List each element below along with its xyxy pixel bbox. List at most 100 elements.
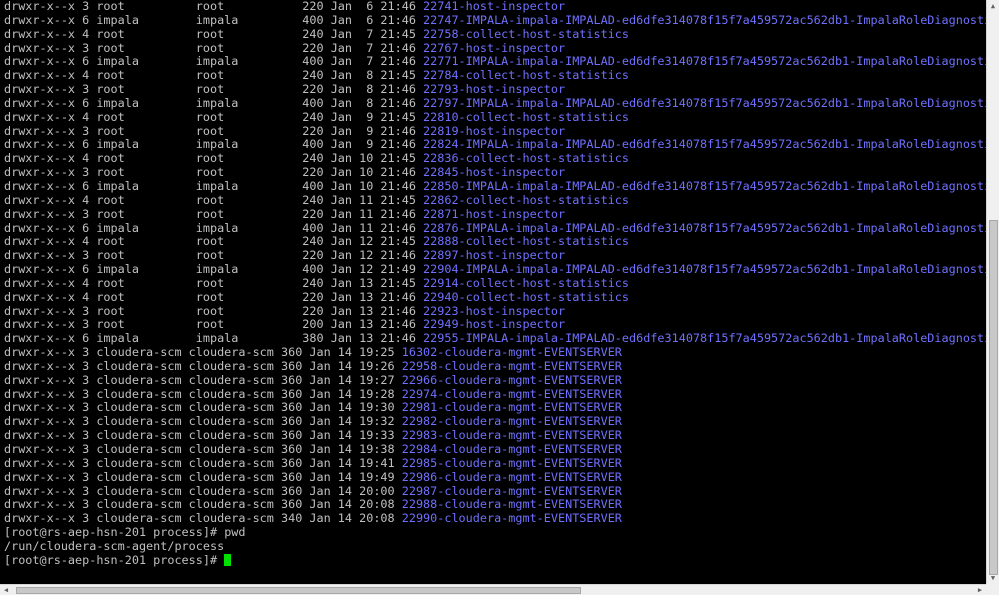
- file-metadata: drwxr-x--x 4 root root 240 Jan 7 21:45: [4, 26, 424, 41]
- directory-name: 22987-cloudera-mgmt-EVENTSERVER: [401, 483, 622, 498]
- file-metadata: drwxr-x--x 6 impala impala 380 Jan 13 21…: [4, 331, 424, 346]
- directory-name: 22923-host-inspector: [423, 303, 566, 318]
- listing-row: drwxr-x--x 3 cloudera-scm cloudera-scm 3…: [4, 483, 986, 499]
- file-metadata: drwxr-x--x 4 root root 240 Jan 13 21:45: [4, 275, 424, 290]
- listing-row: drwxr-x--x 6 impala impala 400 Jan 6 21:…: [4, 12, 986, 28]
- listing-row: drwxr-x--x 6 impala impala 400 Jan 10 21…: [4, 178, 986, 194]
- file-metadata: drwxr-x--x 6 impala impala 400 Jan 11 21…: [4, 220, 424, 235]
- directory-name: 22982-cloudera-mgmt-EVENTSERVER: [401, 414, 622, 429]
- file-metadata: drwxr-x--x 3 root root 200 Jan 13 21:46: [4, 317, 424, 332]
- file-metadata: drwxr-x--x 4 root root 240 Jan 10 21:45: [4, 151, 424, 166]
- listing-row: drwxr-x--x 4 root root 240 Jan 12 21:45 …: [4, 234, 986, 249]
- directory-name: 22741-host-inspector: [423, 0, 566, 13]
- directory-name: 22845-host-inspector: [423, 165, 566, 180]
- directory-name: 22984-cloudera-mgmt-EVENTSERVER: [401, 442, 622, 456]
- file-metadata: drwxr-x--x 4 root root 220 Jan 13 21:46: [4, 289, 424, 304]
- listing-row: drwxr-x--x 3 root root 220 Jan 8 21:46 2…: [4, 82, 986, 97]
- directory-name: 22793-host-inspector: [423, 82, 566, 97]
- file-metadata: drwxr-x--x 4 root root 240 Jan 12 21:45: [4, 234, 424, 249]
- file-metadata: drwxr-x--x 3 root root 220 Jan 6 21:46: [4, 0, 424, 13]
- file-metadata: drwxr-x--x 4 root root 240 Jan 9 21:45: [4, 109, 424, 124]
- listing-row: drwxr-x--x 4 root root 220 Jan 13 21:46 …: [4, 289, 986, 305]
- listing-row: drwxr-x--x 4 root root 240 Jan 9 21:45 2…: [4, 109, 986, 125]
- listing-row: drwxr-x--x 3 cloudera-scm cloudera-scm 3…: [4, 358, 986, 374]
- file-metadata: drwxr-x--x 6 impala impala 400 Jan 9 21:…: [4, 137, 424, 152]
- file-metadata: drwxr-x--x 6 impala impala 400 Jan 7 21:…: [4, 54, 424, 69]
- file-metadata: drwxr-x--x 3 cloudera-scm cloudera-scm 3…: [4, 483, 402, 498]
- directory-name: 22797-IMPALA-impala-IMPALAD-ed6dfe314078…: [423, 95, 986, 110]
- listing-row: drwxr-x--x 3 root root 220 Jan 12 21:46 …: [4, 248, 986, 263]
- file-metadata: drwxr-x--x 3 cloudera-scm cloudera-scm 3…: [4, 455, 402, 470]
- listing-row: drwxr-x--x 3 root root 220 Jan 6 21:46 2…: [4, 0, 986, 14]
- directory-name: 22986-cloudera-mgmt-EVENTSERVER: [401, 469, 622, 484]
- directory-name: 22767-host-inspector: [423, 40, 566, 55]
- file-metadata: drwxr-x--x 3 cloudera-scm cloudera-scm 3…: [4, 345, 402, 360]
- file-metadata: drwxr-x--x 3 root root 220 Jan 9 21:46: [4, 123, 424, 138]
- listing-row: drwxr-x--x 6 impala impala 400 Jan 7 21:…: [4, 54, 986, 69]
- shell-prompt: [root@rs-aep-hsn-201 process]#: [4, 552, 225, 567]
- directory-name: 22850-IMPALA-impala-IMPALAD-ed6dfe314078…: [423, 178, 986, 193]
- directory-name: 22897-host-inspector: [423, 248, 566, 263]
- scroll-down-arrow-icon[interactable]: ▼: [987, 572, 999, 584]
- file-metadata: drwxr-x--x 3 cloudera-scm cloudera-scm 3…: [4, 469, 402, 484]
- directory-name: 22876-IMPALA-impala-IMPALAD-ed6dfe314078…: [423, 220, 986, 235]
- listing-row: drwxr-x--x 3 root root 220 Jan 10 21:46 …: [4, 165, 986, 180]
- directory-name: 22958-cloudera-mgmt-EVENTSERVER: [401, 358, 622, 373]
- file-metadata: drwxr-x--x 3 root root 220 Jan 7 21:46: [4, 40, 424, 55]
- listing-row: drwxr-x--x 3 root root 220 Jan 13 21:46 …: [4, 303, 986, 319]
- file-metadata: drwxr-x--x 3 cloudera-scm cloudera-scm 3…: [4, 358, 402, 373]
- vertical-scrollbar[interactable]: ▲ ▼: [986, 0, 999, 584]
- text-cursor: [224, 554, 232, 567]
- file-metadata: drwxr-x--x 3 cloudera-scm cloudera-scm 3…: [4, 414, 402, 429]
- file-metadata: drwxr-x--x 6 impala impala 400 Jan 6 21:…: [4, 12, 424, 27]
- directory-name: 22784-collect-host-statistics: [423, 68, 630, 83]
- active-command-line[interactable]: [root@rs-aep-hsn-201 process]#: [4, 552, 986, 568]
- listing-row: drwxr-x--x 3 cloudera-scm cloudera-scm 3…: [4, 387, 986, 402]
- listing-row: drwxr-x--x 3 cloudera-scm cloudera-scm 3…: [4, 497, 986, 512]
- listing-row: drwxr-x--x 6 impala impala 400 Jan 11 21…: [4, 220, 986, 236]
- listing-row: drwxr-x--x 3 cloudera-scm cloudera-scm 3…: [4, 511, 986, 526]
- directory-name: 22758-collect-host-statistics: [423, 26, 630, 41]
- listing-row: drwxr-x--x 4 root root 240 Jan 7 21:45 2…: [4, 26, 986, 42]
- listing-row: drwxr-x--x 3 cloudera-scm cloudera-scm 3…: [4, 414, 986, 429]
- listing-row: drwxr-x--x 3 cloudera-scm cloudera-scm 3…: [4, 345, 986, 360]
- directory-name: 22904-IMPALA-impala-IMPALAD-ed6dfe314078…: [423, 262, 986, 277]
- directory-name: 16302-cloudera-mgmt-EVENTSERVER: [401, 345, 622, 360]
- file-metadata: drwxr-x--x 3 cloudera-scm cloudera-scm 3…: [4, 372, 402, 387]
- file-metadata: drwxr-x--x 3 cloudera-scm cloudera-scm 3…: [4, 428, 402, 443]
- listing-row: drwxr-x--x 3 root root 220 Jan 9 21:46 2…: [4, 123, 986, 139]
- directory-name: 22990-cloudera-mgmt-EVENTSERVER: [401, 511, 622, 526]
- file-metadata: drwxr-x--x 3 cloudera-scm cloudera-scm 3…: [4, 442, 402, 456]
- horizontal-scrollbar[interactable]: ◀ ▶: [0, 584, 986, 595]
- listing-row: drwxr-x--x 6 impala impala 380 Jan 13 21…: [4, 331, 986, 346]
- vertical-scroll-thumb[interactable]: [989, 220, 998, 575]
- listing-row: drwxr-x--x 3 cloudera-scm cloudera-scm 3…: [4, 401, 986, 415]
- file-metadata: drwxr-x--x 6 impala impala 400 Jan 12 21…: [4, 262, 424, 277]
- directory-name: 22981-cloudera-mgmt-EVENTSERVER: [401, 400, 622, 415]
- listing-row: drwxr-x--x 3 root root 200 Jan 13 21:46 …: [4, 317, 986, 332]
- scroll-left-arrow-icon[interactable]: ◀: [0, 585, 12, 595]
- directory-name: 22940-collect-host-statistics: [423, 289, 630, 304]
- scrollbar-corner: [986, 584, 999, 595]
- listing-row: drwxr-x--x 3 cloudera-scm cloudera-scm 3…: [4, 372, 986, 388]
- directory-name: 22824-IMPALA-impala-IMPALAD-ed6dfe314078…: [423, 137, 986, 152]
- command-line: [root@rs-aep-hsn-201 process]# pwd: [4, 525, 986, 540]
- file-metadata: drwxr-x--x 3 cloudera-scm cloudera-scm 3…: [4, 497, 402, 512]
- file-metadata: drwxr-x--x 6 impala impala 400 Jan 8 21:…: [4, 95, 424, 110]
- terminal-screen[interactable]: drwxr-x--x 3 root root 220 Jan 6 21:46 2…: [0, 0, 986, 584]
- directory-name: 22871-host-inspector: [423, 206, 566, 221]
- file-metadata: drwxr-x--x 4 root root 240 Jan 11 21:45: [4, 192, 424, 207]
- listing-row: drwxr-x--x 3 root root 220 Jan 11 21:46 …: [4, 206, 986, 222]
- directory-name: 22862-collect-host-statistics: [423, 192, 630, 207]
- directory-name: 22771-IMPALA-impala-IMPALAD-ed6dfe314078…: [423, 54, 986, 69]
- scroll-right-arrow-icon[interactable]: ▶: [974, 585, 986, 595]
- listing-row: drwxr-x--x 6 impala impala 400 Jan 9 21:…: [4, 138, 986, 152]
- listing-row: drwxr-x--x 3 cloudera-scm cloudera-scm 3…: [4, 442, 986, 457]
- listing-row: drwxr-x--x 4 root root 240 Jan 11 21:45 …: [4, 192, 986, 208]
- scroll-up-arrow-icon[interactable]: ▲: [987, 0, 999, 12]
- directory-name: 22747-IMPALA-impala-IMPALAD-ed6dfe314078…: [423, 12, 986, 27]
- listing-row: drwxr-x--x 3 cloudera-scm cloudera-scm 3…: [4, 428, 986, 443]
- directory-name: 22819-host-inspector: [423, 123, 566, 138]
- listing-row: drwxr-x--x 3 cloudera-scm cloudera-scm 3…: [4, 469, 986, 485]
- horizontal-scroll-thumb[interactable]: [16, 587, 581, 594]
